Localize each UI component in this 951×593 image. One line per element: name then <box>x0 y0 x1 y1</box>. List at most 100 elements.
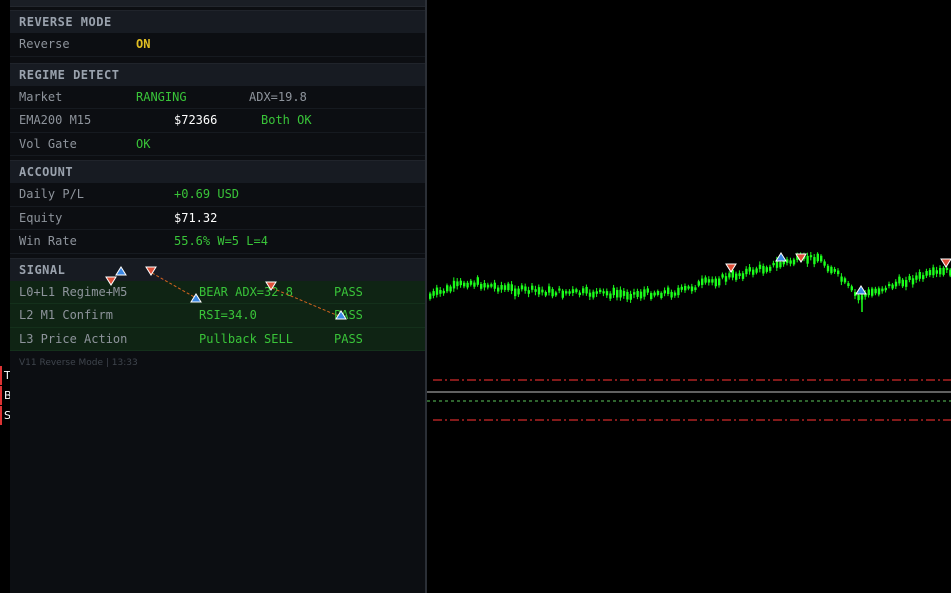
row-reverse: Reverse ON <box>10 33 425 57</box>
candle-body <box>534 289 537 292</box>
row-daily-pl: Daily P/L +0.69 USD <box>10 183 425 207</box>
candle-body <box>789 260 792 264</box>
candle-body <box>762 265 765 274</box>
market-value: RANGING <box>136 89 187 104</box>
candle-body <box>435 287 439 295</box>
candle-body <box>687 286 690 289</box>
signal-row: L3 Price Action Pullback SELL PASS <box>10 327 425 351</box>
candle-body <box>782 261 785 265</box>
candle-body <box>908 276 911 280</box>
signal-status: PASS <box>334 331 363 346</box>
candle-body <box>667 287 670 295</box>
candle-body <box>490 284 493 287</box>
candle-body <box>874 288 877 294</box>
candle-body <box>813 257 816 265</box>
candle-body <box>820 255 823 262</box>
row-vol-gate: Vol Gate OK <box>10 133 425 156</box>
candle-body <box>619 289 622 298</box>
candle-body <box>493 282 496 289</box>
candle-body <box>905 280 908 287</box>
signal-status: PASS <box>334 308 363 322</box>
candle-body <box>939 268 942 275</box>
candle-body <box>639 291 643 299</box>
candle-body <box>697 281 700 286</box>
market-label: Market <box>19 89 63 104</box>
section-header-reverse-mode: REVERSE MODE <box>10 10 425 33</box>
panel-top-bar <box>10 0 425 7</box>
candle-body <box>524 286 527 291</box>
candle-body <box>571 289 575 294</box>
candle-body <box>881 288 884 292</box>
candle-body <box>429 293 432 299</box>
candle-body <box>517 288 520 295</box>
candle-body <box>514 288 517 297</box>
candle-body <box>769 266 772 271</box>
candle-body <box>850 286 853 291</box>
candle-body <box>758 264 762 270</box>
row-market: Market RANGING ADX=19.8 <box>10 86 425 109</box>
daily-pl-value: +0.69 USD <box>174 187 240 201</box>
candle-body <box>456 281 459 287</box>
candle-body <box>653 292 656 296</box>
vol-value: OK <box>136 136 151 151</box>
candle-body <box>684 285 687 291</box>
left-label-b: B <box>0 386 12 405</box>
candle-body <box>510 284 513 291</box>
candle-body <box>925 271 928 276</box>
left-edge-labels: T B S <box>0 366 12 426</box>
candle-body <box>656 291 660 295</box>
candle-body <box>932 267 935 276</box>
candle-body <box>486 284 490 288</box>
candle-body <box>544 291 547 296</box>
ema-status: Both OK <box>261 113 312 127</box>
signal-label: L0+L1 Regime+M5 <box>19 284 128 299</box>
candle-body <box>483 283 486 288</box>
candle-body <box>728 273 731 278</box>
candle-body <box>452 280 456 289</box>
price-chart[interactable] <box>427 0 951 593</box>
candle-body <box>459 280 462 286</box>
candle-body <box>612 287 615 296</box>
candle-body <box>911 278 915 285</box>
candle-body <box>765 267 768 272</box>
candle-body <box>942 267 945 275</box>
candle-body <box>622 290 626 296</box>
candle-body <box>565 291 568 294</box>
candle-body <box>816 253 819 262</box>
candle-body <box>898 276 901 284</box>
candlestick-series <box>429 252 951 312</box>
candle-body <box>480 283 483 289</box>
candle-body <box>629 293 632 300</box>
candle-body <box>731 270 734 278</box>
candle-body <box>786 259 789 263</box>
candle-body <box>503 285 507 290</box>
candle-body <box>935 270 938 274</box>
candle-body <box>799 254 802 260</box>
candle-body <box>837 270 840 275</box>
candle-body <box>558 288 561 291</box>
candle-body <box>755 268 758 273</box>
candle-body <box>446 285 449 292</box>
candle-body <box>466 282 469 288</box>
candle-body <box>877 288 881 295</box>
candle-body <box>650 293 653 299</box>
candle-body <box>809 255 813 258</box>
candle-body <box>680 286 683 290</box>
row-equity: Equity $71.32 <box>10 207 425 230</box>
candle-body <box>595 291 598 294</box>
candle-body <box>694 287 697 290</box>
candle-body <box>945 267 949 271</box>
candle-body <box>922 275 925 280</box>
candle-body <box>646 288 649 293</box>
candle-body <box>918 271 921 279</box>
section-header-regime-detect: REGIME DETECT <box>10 62 425 86</box>
candle-body <box>915 275 918 280</box>
candle-body <box>554 292 558 296</box>
candle-body <box>548 286 551 293</box>
section-header-account: ACCOUNT <box>10 160 425 183</box>
signal-label: L2 M1 Confirm <box>19 308 113 322</box>
candle-body <box>500 285 503 290</box>
win-rate-label: Win Rate <box>19 234 77 248</box>
vol-label: Vol Gate <box>19 136 77 151</box>
reverse-label: Reverse <box>19 37 70 51</box>
